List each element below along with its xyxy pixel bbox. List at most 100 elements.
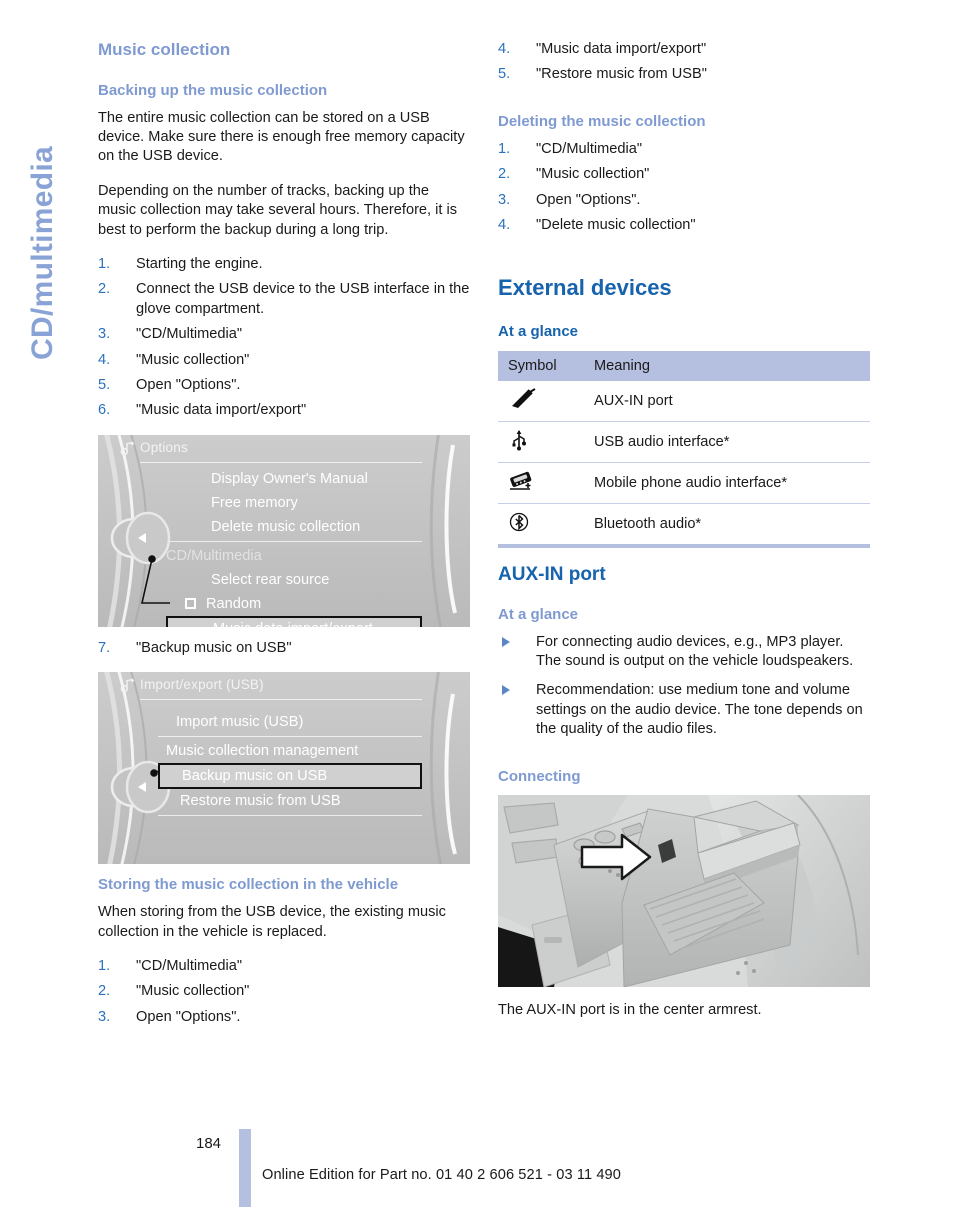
list-item: 3. "CD/Multimedia" bbox=[98, 325, 470, 344]
menu-item-backup-music-on-usb[interactable]: Backup music on USB bbox=[158, 763, 422, 790]
step-text: Open "Options". bbox=[136, 1008, 241, 1025]
meaning-cell: Mobile phone audio interface* bbox=[584, 462, 870, 504]
column-header-meaning: Meaning bbox=[584, 350, 870, 381]
right-column: 4. "Music data import/export" 5. "Restore … bbox=[498, 40, 870, 1020]
list-item: For connecting audio devices, e.g., MP3 … bbox=[498, 633, 870, 672]
step-text: "Music collection" bbox=[536, 166, 650, 183]
table-row: USB audio interface* bbox=[498, 421, 870, 463]
table-header: Symbol Meaning bbox=[498, 350, 870, 381]
step-text: "Music data import/export" bbox=[136, 402, 307, 419]
heading-deleting-collection: Deleting the music collection bbox=[498, 112, 706, 130]
column-header-symbol: Symbol bbox=[498, 350, 584, 381]
symbol-cell bbox=[498, 421, 584, 463]
meaning-cell: AUX-IN port bbox=[584, 380, 870, 422]
mobile-phone-audio-icon bbox=[510, 471, 532, 490]
step-text: "Music collection" bbox=[136, 983, 250, 1000]
step-number: 3. bbox=[98, 1008, 111, 1025]
step-number: 7. bbox=[98, 639, 111, 656]
photo-caption: The AUX-IN port is in the center armrest… bbox=[498, 1001, 762, 1018]
table-row: Bluetooth audio* bbox=[498, 503, 870, 548]
step-text: Starting the engine. bbox=[136, 255, 263, 272]
idrive-screenshot-options: Options Display Owner's Manual Free memo… bbox=[98, 434, 470, 627]
storing-steps-continued-list: 4. "Music data import/export" 5. "Restore … bbox=[498, 40, 870, 85]
page-number: 184 bbox=[196, 1135, 222, 1152]
step-number: 2. bbox=[498, 166, 511, 183]
list-item: 3. Open "Options". bbox=[98, 1008, 470, 1027]
aux-plug-icon bbox=[512, 387, 536, 408]
heading-backing-up: Backing up the music collection bbox=[98, 81, 328, 99]
bullet-text: Recommendation: use medium tone and volu… bbox=[536, 682, 863, 738]
heading-external-at-a-glance: At a glance bbox=[498, 322, 579, 340]
symbol-cell bbox=[498, 503, 584, 548]
step-number: 5. bbox=[498, 66, 511, 83]
paragraph-backup-2: Depending on the number of tracks, backi… bbox=[98, 182, 458, 238]
page-title: Music collection bbox=[98, 40, 231, 59]
list-item: 7. "Backup music on USB" bbox=[98, 639, 470, 658]
table-row: AUX-IN port bbox=[498, 380, 870, 422]
step-number: 4. bbox=[498, 41, 511, 57]
list-item: 4. "Delete music collection" bbox=[498, 216, 870, 235]
step-text: "Delete music collection" bbox=[536, 217, 696, 234]
step-text: "Music data import/export" bbox=[536, 41, 707, 57]
paragraph-backup-1: The entire music collection can be store… bbox=[98, 109, 465, 165]
chapter-tab-label: CD/multimedia bbox=[26, 146, 59, 360]
step-text: "CD/Multimedia" bbox=[136, 958, 243, 975]
left-column: Music collection Backing up the music co… bbox=[98, 40, 470, 1041]
menu-item-music-data-import-export[interactable]: Music data import/export bbox=[166, 615, 422, 627]
table-header-row: Symbol Meaning bbox=[498, 350, 870, 381]
meaning-cell: USB audio interface* bbox=[584, 421, 870, 463]
deleting-steps-list: 1. "CD/Multimedia" 2. "Music collection" 3… bbox=[498, 140, 870, 236]
step-text: "Music collection" bbox=[136, 351, 250, 368]
list-item: 2. "Music collection" bbox=[498, 165, 870, 184]
table-row: Mobile phone audio interface* bbox=[498, 462, 870, 504]
symbol-meaning-table: Symbol Meaning AUX-IN port USB audio int… bbox=[498, 350, 870, 548]
chapter-tab: CD/multimedia bbox=[0, 0, 92, 360]
list-item: Recommendation: use medium tone and volu… bbox=[498, 681, 870, 739]
step-number: 1. bbox=[98, 255, 111, 272]
list-item: 2. "Music collection" bbox=[98, 982, 470, 1001]
backup-steps-list: 1. Starting the engine. 2. Connect the USB… bbox=[98, 255, 470, 421]
list-item: 1. Starting the engine. bbox=[98, 255, 470, 274]
list-item: 4. "Music collection" bbox=[98, 351, 470, 370]
bluetooth-icon bbox=[509, 512, 529, 531]
step-number: 6. bbox=[98, 402, 111, 419]
step-text: Open "Options". bbox=[536, 191, 641, 208]
bullet-text: For connecting audio devices, e.g., MP3 … bbox=[536, 633, 854, 669]
list-item: 6. "Music data import/export" bbox=[98, 401, 470, 420]
heading-aux-in-port: AUX-IN port bbox=[498, 563, 606, 585]
usb-icon bbox=[512, 429, 526, 451]
list-item: 1. "CD/Multimedia" bbox=[98, 957, 470, 976]
heading-connecting: Connecting bbox=[498, 767, 581, 785]
symbol-cell bbox=[498, 380, 584, 422]
meaning-cell: Bluetooth audio* bbox=[584, 503, 870, 548]
list-item: 4. "Music data import/export" bbox=[498, 40, 870, 59]
step-number: 3. bbox=[498, 191, 511, 208]
table-body: AUX-IN port USB audio interface* Mobile … bbox=[498, 380, 870, 548]
list-item: 5. Open "Options". bbox=[98, 376, 470, 395]
edition-text: Online Edition for Part no. 01 40 2 606 … bbox=[262, 1167, 621, 1183]
armrest-photo bbox=[498, 794, 870, 987]
aux-bullet-list: For connecting audio devices, e.g., MP3 … bbox=[498, 633, 870, 740]
backup-step-7-list: 7. "Backup music on USB" bbox=[98, 639, 470, 658]
idrive-leader-line bbox=[140, 555, 170, 604]
step-number: 1. bbox=[98, 958, 111, 975]
step-number: 5. bbox=[98, 377, 111, 394]
footer-accent-bar bbox=[239, 1129, 251, 1207]
list-item: 2. Connect the USB device to the USB inte… bbox=[98, 280, 470, 319]
step-text: Connect the USB device to the USB interf… bbox=[136, 281, 470, 317]
armrest-illustration bbox=[498, 794, 870, 987]
step-text: "Restore music from USB" bbox=[536, 66, 707, 83]
step-number: 1. bbox=[498, 140, 511, 157]
page-footer: 184 Online Edition for Part no. 01 40 2 … bbox=[0, 1123, 954, 1215]
triangle-bullet-icon bbox=[502, 685, 510, 696]
triangle-bullet-icon bbox=[502, 636, 510, 647]
step-number: 3. bbox=[98, 326, 111, 343]
step-text: Open "Options". bbox=[136, 377, 241, 394]
idrive-screenshot-import-export: Import/export (USB) Import music (USB) M… bbox=[98, 672, 470, 865]
step-number: 2. bbox=[98, 983, 111, 1000]
list-item: 3. Open "Options". bbox=[498, 191, 870, 210]
step-number: 4. bbox=[98, 351, 111, 368]
